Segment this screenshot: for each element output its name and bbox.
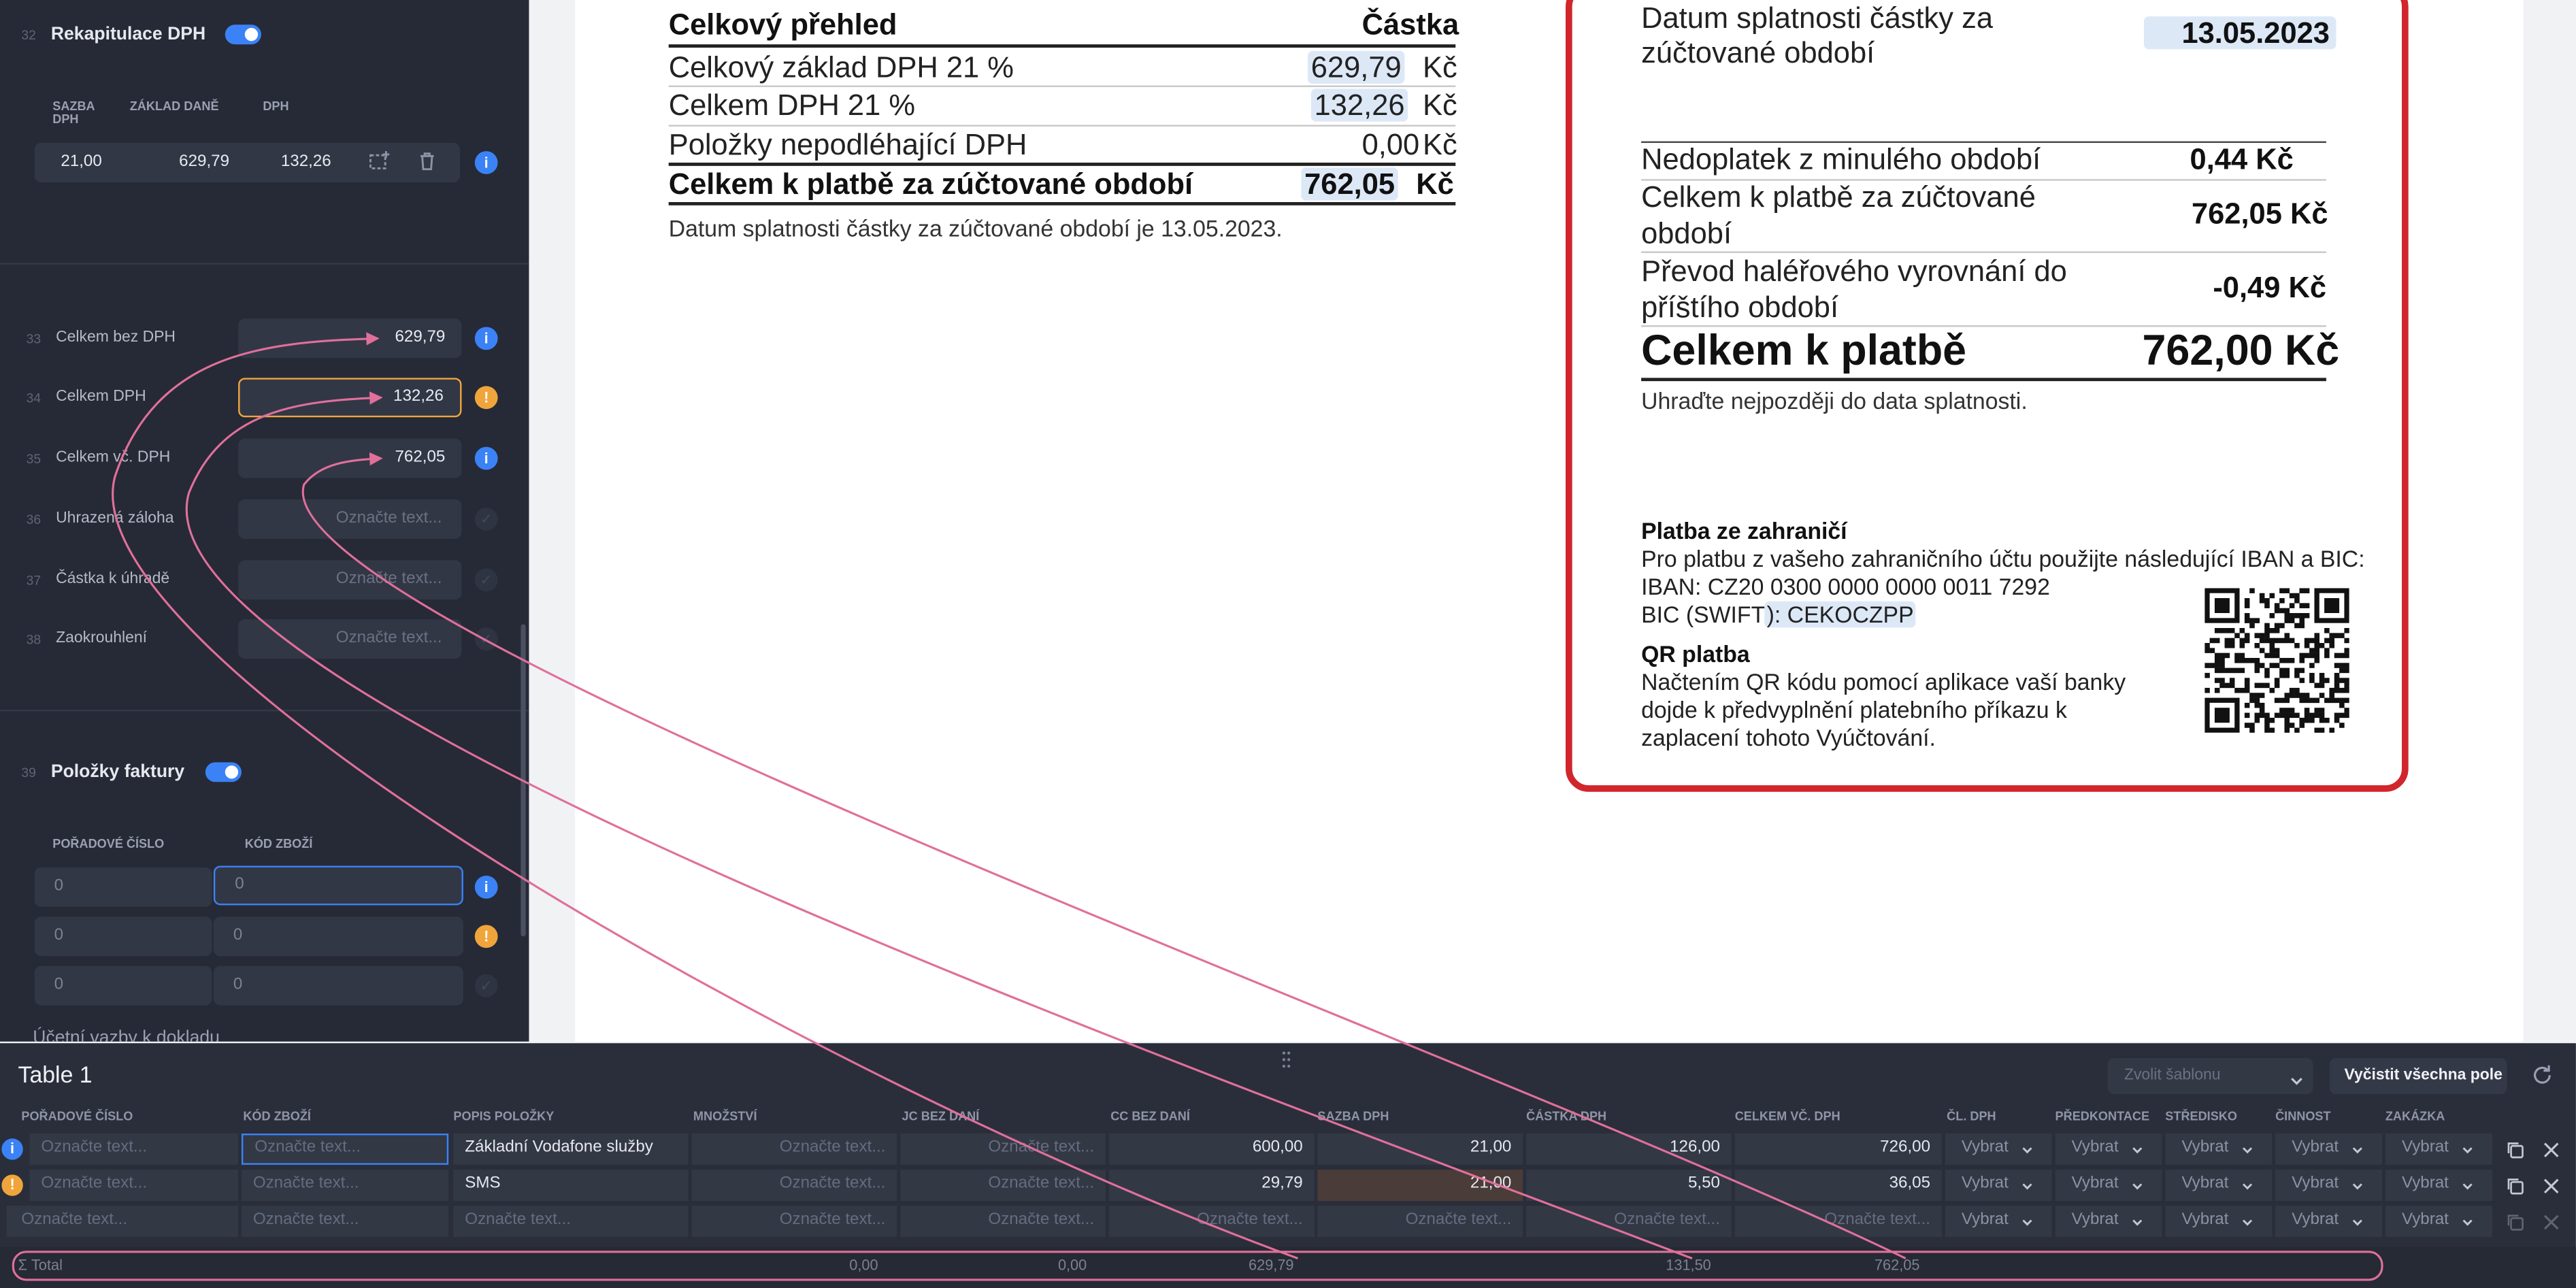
arrow-celkem-dph [185, 391, 1693, 1259]
annotation-overlay [12, 332, 2383, 1281]
app-window: 32 Rekapitulace DPH SAZBA DPH ZÁKLAD DAN… [0, 0, 2576, 1288]
arrow-celkem-bez-dph [112, 332, 1298, 1259]
total-row-highlight [12, 1251, 2383, 1281]
arrow-celkem-vc-dph [301, 452, 1906, 1259]
